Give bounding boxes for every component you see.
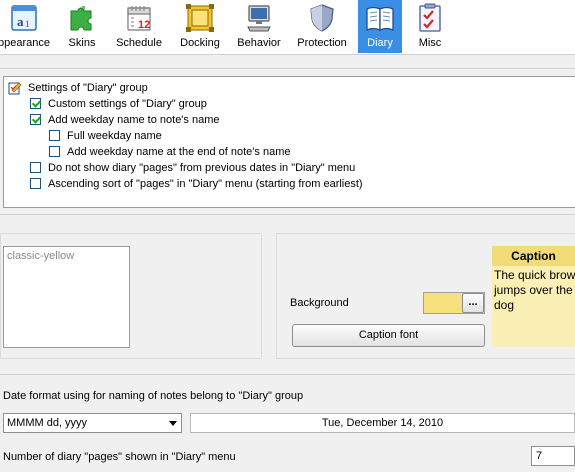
svg-text:12: 12 (138, 19, 150, 31)
divider (0, 374, 575, 375)
date-format-value: MMMM dd, yyyy (7, 417, 88, 429)
pages-count-value: 7 (536, 450, 543, 462)
docking-icon (186, 4, 214, 32)
date-format-label: Date format using for naming of notes be… (3, 390, 304, 402)
option-label: Ascending sort of "pages" in "Diary" men… (48, 178, 363, 190)
skin-listbox[interactable]: classic-yellow (3, 246, 130, 348)
tab-label: ppearance (0, 37, 50, 49)
caption-preview: Caption The quick brown fox jumps over t… (492, 246, 575, 347)
option-label: Full weekday name (67, 130, 162, 142)
option-label: Do not show diary "pages" from previous … (48, 162, 356, 174)
options-toolbar: a 1 ppearance Skins 12 Schedule Docking (0, 0, 575, 55)
date-format-preview: Tue, December 14, 2010 (190, 413, 575, 433)
pages-count-input[interactable]: 7 (531, 446, 575, 466)
pages-count-label: Number of diary "pages" shown in "Diary"… (3, 451, 236, 463)
tab-appearance[interactable]: a 1 ppearance (0, 0, 50, 53)
tab-label: Skins (68, 37, 96, 49)
appearance-icon: a 1 (11, 5, 37, 31)
skin-list-item[interactable]: classic-yellow (7, 250, 74, 262)
shield-icon (310, 4, 334, 32)
divider (0, 68, 575, 69)
tab-label: Misc (418, 37, 442, 49)
tab-schedule[interactable]: 12 Schedule (112, 0, 166, 53)
date-format-select[interactable]: MMMM dd, yyyy (3, 413, 182, 433)
settings-group-title: Settings of "Diary" group (28, 82, 148, 94)
option-label: Add weekday name at the end of note's na… (67, 146, 291, 158)
svg-text:1: 1 (25, 19, 30, 29)
checkbox[interactable] (30, 98, 41, 109)
calendar-icon: 12 (127, 6, 151, 31)
background-browse-button[interactable]: ... (462, 293, 484, 313)
background-label: Background (290, 297, 349, 309)
checkbox[interactable] (30, 162, 41, 173)
caption-preview-text: The quick brown fox jumps over the lazy … (494, 268, 575, 312)
caption-font-button[interactable]: Caption font (292, 324, 485, 347)
tab-label: Schedule (116, 37, 162, 49)
tab-label: Docking (180, 37, 220, 49)
settings-tree: Settings of "Diary" group Custom setting… (3, 76, 575, 208)
tab-label: Behavior (237, 37, 281, 49)
option-label: Custom settings of "Diary" group (48, 98, 207, 110)
tab-label: Protection (297, 37, 347, 49)
puzzle-icon (70, 6, 92, 31)
divider (0, 214, 575, 215)
tab-docking[interactable]: Docking (175, 0, 225, 53)
checkbox[interactable] (30, 114, 41, 125)
tab-diary[interactable]: Diary (358, 0, 402, 53)
caption-preview-title: Caption (492, 246, 575, 266)
option-label: Add weekday name to note's name (48, 114, 220, 126)
checkbox[interactable] (30, 178, 41, 189)
checkbox[interactable] (49, 146, 60, 157)
checklist-icon (419, 3, 441, 32)
computer-icon (247, 5, 271, 32)
book-icon (366, 6, 394, 32)
tab-label: Diary (367, 37, 393, 49)
chevron-down-icon (169, 421, 177, 426)
tab-behavior[interactable]: Behavior (234, 0, 284, 53)
tab-protection[interactable]: Protection (293, 0, 351, 53)
tab-misc[interactable]: Misc (409, 0, 451, 53)
checkbox[interactable] (49, 130, 60, 141)
svg-text:a: a (17, 14, 24, 29)
settings-edit-icon (8, 82, 22, 95)
tab-skins[interactable]: Skins (58, 0, 106, 53)
